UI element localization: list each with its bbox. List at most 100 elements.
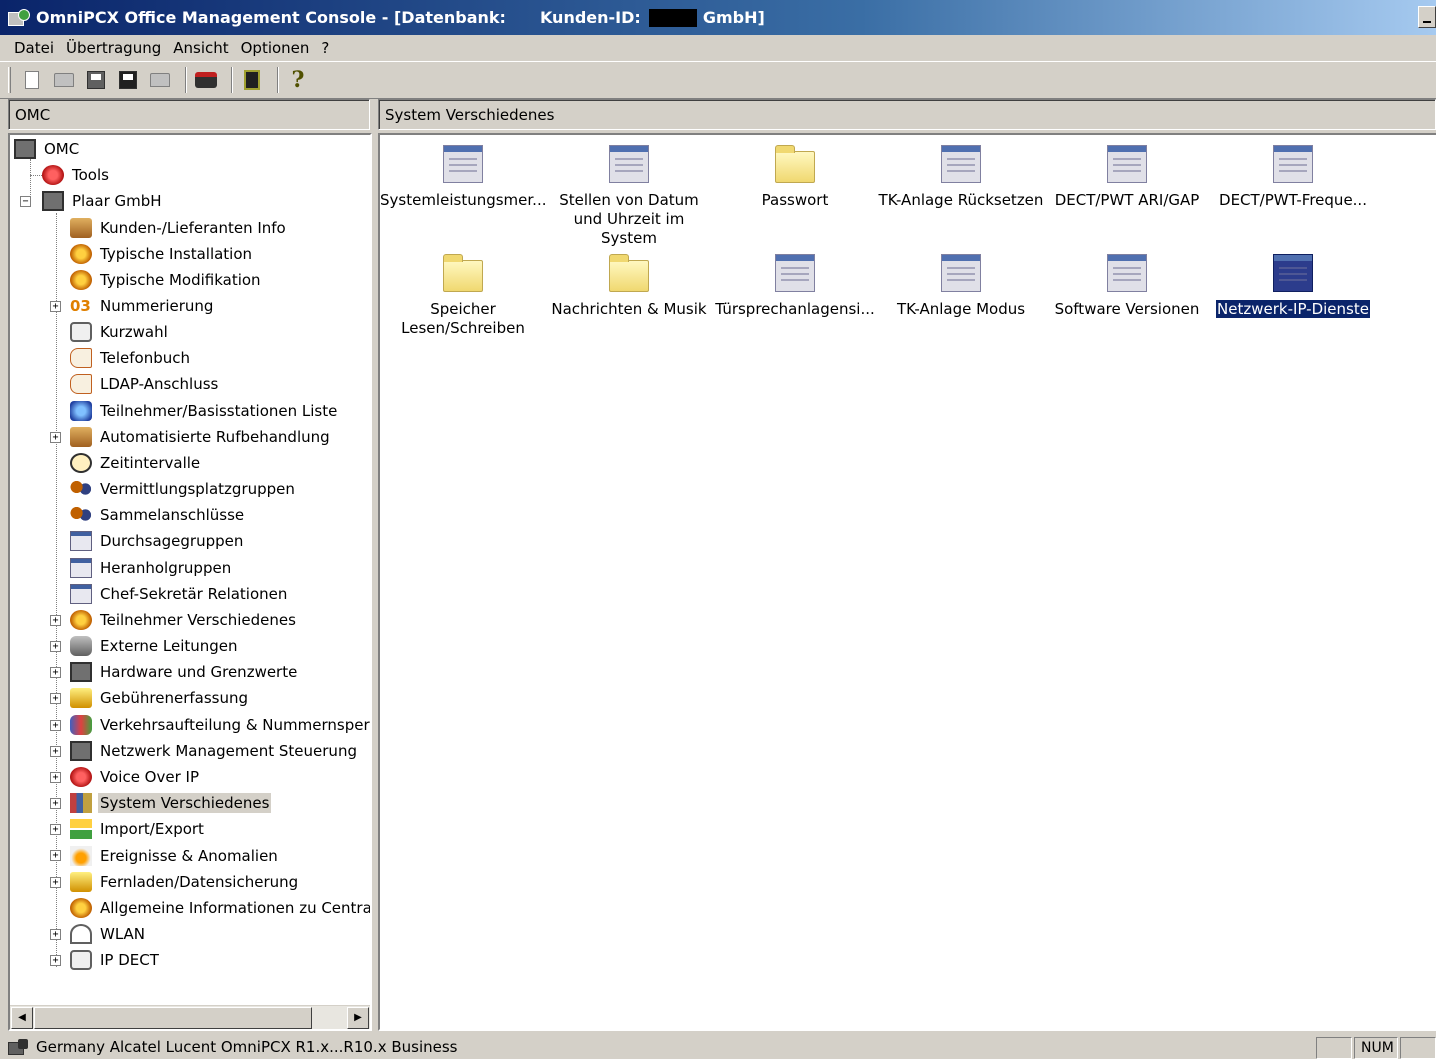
menu-ansicht[interactable]: Ansicht <box>167 39 234 57</box>
tree-item-vermittlungsplatzgruppen[interactable]: Vermittlungsplatzgruppen <box>70 477 297 501</box>
folder-icon <box>609 254 649 292</box>
status-panel <box>1316 1037 1352 1059</box>
tree-item-nummerierung[interactable]: 03 Nummerierung <box>70 294 215 318</box>
open-button[interactable] <box>51 67 77 93</box>
tree-item-teilnehmer-verschiedenes[interactable]: Teilnehmer Verschiedenes <box>70 608 298 632</box>
content-item-label: DECT/PWT-Freque... <box>1219 191 1367 209</box>
tree-item-externe-leitungen[interactable]: Externe Leitungen <box>70 634 240 658</box>
tree-item-sammelanschluesse[interactable]: Sammelanschlüsse <box>70 503 246 527</box>
tree-item-allgemeine-informationen[interactable]: Allgemeine Informationen zu Central Se <box>70 896 370 920</box>
menu-optionen[interactable]: Optionen <box>235 39 316 57</box>
scroll-left-arrow-icon[interactable]: ◀ <box>11 1007 33 1029</box>
menu-help[interactable]: ? <box>315 39 335 57</box>
tree-header: OMC <box>8 99 370 130</box>
upload-button[interactable] <box>147 67 173 93</box>
expand-toggle[interactable]: + <box>50 746 61 757</box>
content-item[interactable]: Nachrichten & Musik <box>546 254 712 319</box>
expand-toggle[interactable]: + <box>50 824 61 835</box>
exit-icon <box>244 70 260 90</box>
tree-node-label: Plaar GmbH <box>72 192 162 210</box>
content-item-selected[interactable]: Netzwerk-IP-Dienste <box>1210 254 1376 319</box>
tree-item-netzwerk-management[interactable]: Netzwerk Management Steuerung <box>70 739 359 763</box>
tree-item-wlan[interactable]: WLAN <box>70 922 147 946</box>
expand-toggle[interactable]: + <box>50 432 61 443</box>
expand-toggle[interactable]: + <box>50 615 61 626</box>
wizard-icon <box>70 244 92 264</box>
expand-toggle[interactable]: + <box>50 693 61 704</box>
menu-uebertragung[interactable]: Übertragung <box>60 39 167 57</box>
tree-item-chef-sekretaer[interactable]: Chef-Sekretär Relationen <box>70 582 289 606</box>
print-button[interactable] <box>193 67 219 93</box>
tree-node-label: Nummerierung <box>100 297 214 315</box>
content-item-label: Stellen von Datum und Uhrzeit im System <box>559 191 699 247</box>
content-item[interactable]: DECT/PWT ARI/GAP <box>1044 145 1210 210</box>
tree-item-durchsagegruppen[interactable]: Durchsagegruppen <box>70 529 245 553</box>
content-item[interactable]: TK-Anlage Rücksetzen <box>878 145 1044 210</box>
tree-item-ldap[interactable]: LDAP-Anschluss <box>70 372 220 396</box>
minimize-button[interactable] <box>1418 6 1436 28</box>
tree-item-zeitintervalle[interactable]: Zeitintervalle <box>70 451 202 475</box>
toolbar-separator <box>231 67 233 93</box>
content-item[interactable]: Software Versionen <box>1044 254 1210 319</box>
exit-button[interactable] <box>239 67 265 93</box>
content-item[interactable]: Passwort <box>712 145 878 210</box>
tree-node-omc[interactable]: OMC <box>14 137 81 161</box>
tree-node-site[interactable]: Plaar GmbH <box>42 189 164 213</box>
content-item[interactable]: Systemleistungsmer... <box>380 145 546 210</box>
content-item[interactable]: Türsprechanlagensi... <box>712 254 878 319</box>
tree-item-import-export[interactable]: Import/Export <box>70 817 206 841</box>
collapse-toggle[interactable]: − <box>20 196 31 207</box>
tree-item-system-verschiedenes[interactable]: System Verschiedenes <box>70 791 272 815</box>
tree-item-ip-dect[interactable]: IP DECT <box>70 948 161 972</box>
tree-item-heranholgruppen[interactable]: Heranholgruppen <box>70 556 233 580</box>
tree-node-label: Heranholgruppen <box>100 559 232 577</box>
expand-toggle[interactable]: + <box>50 641 61 652</box>
expand-toggle[interactable]: + <box>50 720 61 731</box>
expand-toggle[interactable]: + <box>50 301 61 312</box>
tree-item-verkehrsaufteilung[interactable]: Verkehrsaufteilung & Nummernsperre <box>70 713 370 737</box>
help-button[interactable]: ? <box>285 67 311 93</box>
folder-icon <box>775 145 815 183</box>
expand-toggle[interactable]: + <box>50 850 61 861</box>
tree-item-typische-installation[interactable]: Typische Installation <box>70 242 254 266</box>
expand-toggle[interactable]: + <box>50 955 61 966</box>
tree-item-telefonbuch[interactable]: Telefonbuch <box>70 346 192 370</box>
tree-item-typische-modifikation[interactable]: Typische Modifikation <box>70 268 263 292</box>
content-item[interactable]: Stellen von Datum und Uhrzeit im System <box>546 145 712 248</box>
tree-item-kurzwahl[interactable]: Kurzwahl <box>70 320 170 344</box>
content-item[interactable]: TK-Anlage Modus <box>878 254 1044 319</box>
connection-icon <box>8 1039 30 1055</box>
tree-item-ereignisse[interactable]: Ereignisse & Anomalien <box>70 844 280 868</box>
expand-toggle[interactable]: + <box>50 877 61 888</box>
form-icon <box>70 584 92 604</box>
content-item[interactable]: Speicher Lesen/Schreiben <box>380 254 546 338</box>
tree-item-hardware[interactable]: Hardware und Grenzwerte <box>70 660 299 684</box>
save-button[interactable] <box>83 67 109 93</box>
scroll-thumb[interactable] <box>34 1007 312 1029</box>
tree-item-automatisierte-rufbehandlung[interactable]: Automatisierte Rufbehandlung <box>70 425 332 449</box>
expand-toggle[interactable]: + <box>50 667 61 678</box>
folder-icon <box>443 254 483 292</box>
expand-toggle[interactable]: + <box>50 798 61 809</box>
tree-item-voice-over-ip[interactable]: Voice Over IP <box>70 765 201 789</box>
expand-toggle[interactable]: + <box>50 929 61 940</box>
window-title-end: GmbH] <box>702 8 765 27</box>
app-icon[interactable] <box>8 8 30 27</box>
tree-item-fernladen[interactable]: Fernladen/Datensicherung <box>70 870 300 894</box>
tree-item-teilnehmer-liste[interactable]: Teilnehmer/Basisstationen Liste <box>70 399 339 423</box>
tree-node-label: Tools <box>72 166 109 184</box>
tree-node-tools[interactable]: Tools <box>42 163 111 187</box>
new-button[interactable] <box>19 67 45 93</box>
menu-datei[interactable]: Datei <box>8 39 60 57</box>
content-item[interactable]: DECT/PWT-Freque... <box>1210 145 1376 210</box>
tree-item-gebuehrenerfassung[interactable]: Gebührenerfassung <box>70 686 250 710</box>
tree-node-label: Externe Leitungen <box>100 637 238 655</box>
toolbar-grip[interactable] <box>8 67 11 93</box>
expand-toggle[interactable]: + <box>50 772 61 783</box>
scroll-right-arrow-icon[interactable]: ▶ <box>347 1007 369 1029</box>
tree-node-label: Kunden-/Lieferanten Info <box>100 219 286 237</box>
tree-item-kunden-info[interactable]: Kunden-/Lieferanten Info <box>70 216 288 240</box>
horizontal-scrollbar[interactable]: ◀ ▶ <box>10 1005 370 1029</box>
customer-id-label: Kunden-ID: <box>539 8 641 27</box>
save-as-button[interactable] <box>115 67 141 93</box>
